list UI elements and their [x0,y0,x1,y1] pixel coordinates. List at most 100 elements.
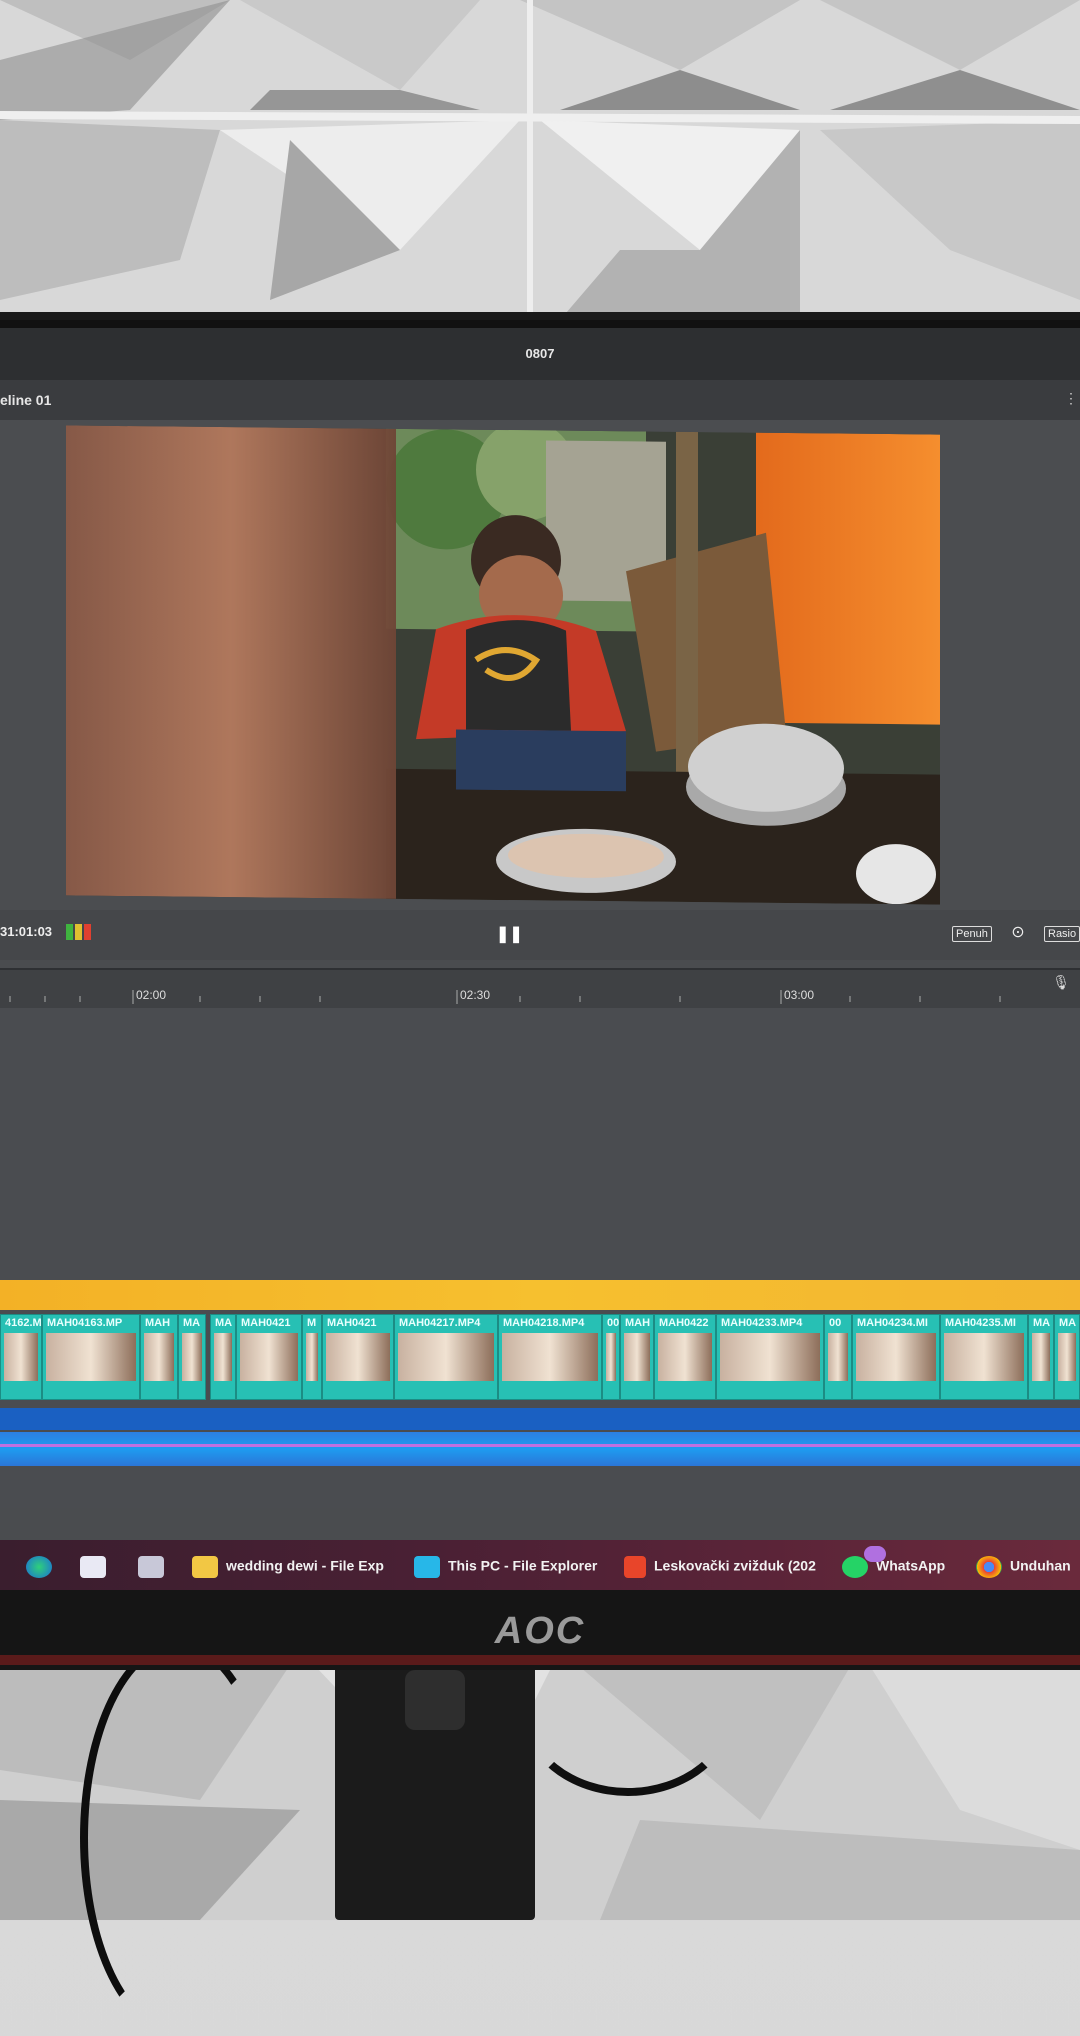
clip-label: 4162.MP [5,1317,42,1329]
video-clip[interactable]: MA [210,1314,236,1400]
video-clip[interactable]: MA [1028,1314,1054,1400]
timeline-header: eline 01 ⋮ [0,380,1080,420]
video-clip[interactable]: M [302,1314,322,1400]
wall-pattern [0,0,1080,330]
screen: 0807 eline 01 ⋮ 31:01:03 ❚❚ Penuh ⊙ Rasi… [0,328,1080,1598]
monitor-edge-trim [0,1655,1080,1665]
title-track-clip[interactable] [0,1280,1080,1310]
video-clip[interactable]: MAH04217.MP4 [394,1314,498,1400]
playback-controls: 31:01:03 ❚❚ Penuh ⊙ Rasio [0,910,1080,960]
full-screen-button[interactable]: Penuh [952,926,992,942]
video-clip[interactable]: MAH04163.MP [42,1314,140,1400]
menu-icon[interactable]: ⋮ [1064,390,1078,407]
clip-label: MAH04234.MI [857,1317,928,1329]
video-clip[interactable]: 4162.MP [0,1314,42,1400]
microphone-icon[interactable]: 🎙 [1052,974,1070,991]
clip-thumbnail [658,1333,712,1381]
clip-label: MAH [145,1317,171,1329]
monitor: 0807 eline 01 ⋮ 31:01:03 ❚❚ Penuh ⊙ Rasi… [0,312,1080,1670]
timecode: 31:01:03 [0,924,53,939]
taskbar-browser[interactable]: Leskovački zvižduk (202 [624,1556,816,1582]
folder-icon [192,1556,218,1578]
clip-thumbnail [182,1333,202,1381]
clip-label: MAH0421 [327,1317,377,1329]
clip-thumbnail [306,1333,318,1381]
clip-thumbnail [4,1333,38,1381]
video-clip[interactable]: MAH0421 [322,1314,394,1400]
chrome-icon [976,1556,1002,1578]
wall-panels [0,0,1080,330]
title-bar: 0807 [0,328,1080,380]
edge-icon[interactable] [26,1556,60,1582]
taskbar-downloads[interactable]: Unduhan [976,1556,1071,1582]
video-clip[interactable]: MAH [140,1314,178,1400]
video-clip[interactable]: MA [178,1314,206,1400]
clip-label: MAH0422 [659,1317,709,1329]
project-title: 0807 [525,346,555,361]
clip-thumbnail [326,1333,390,1381]
taskbar-label: WhatsApp [876,1557,946,1574]
ruler-tick-label: 02:30 [460,988,491,1002]
clip-label: MAH04233.MP4 [721,1317,803,1329]
taskbar-whatsapp[interactable]: WhatsApp [842,1556,945,1582]
audio-track-2[interactable] [0,1432,1080,1466]
clip-thumbnail [240,1333,298,1381]
video-clip[interactable]: MAH0421 [236,1314,302,1400]
clip-label: MA [1059,1317,1077,1329]
clip-thumbnail [606,1333,616,1381]
ruler-tick-label: 02:00 [136,988,167,1002]
app-window-icon[interactable] [138,1556,172,1582]
timeline-tracks: 4162.MP MAH04163.MP MAH MA MA MAH0421 M … [0,1008,1080,1508]
video-clip[interactable]: MAH04235.MI [940,1314,1028,1400]
video-clip[interactable]: MA [1054,1314,1080,1400]
video-track: 4162.MP MAH04163.MP MAH MA MA MAH0421 M … [0,1314,1080,1400]
clip-thumbnail [828,1333,848,1381]
clip-label: MAH04217.MP4 [399,1317,481,1329]
video-clip[interactable]: MAH04234.MI [852,1314,940,1400]
taskbar-label: wedding dewi - File Exp [226,1557,384,1574]
video-clip[interactable]: 00 [602,1314,620,1400]
clip-label: MAH04218.MP4 [503,1317,585,1329]
monitor-icon [414,1556,440,1578]
clip-label: MAH [625,1317,651,1329]
clip-label: MAH04235.MI [945,1317,1016,1329]
pause-icon[interactable]: ❚❚ [496,924,523,944]
cable-left [80,1640,276,2036]
taskbar-label: Unduhan [1010,1557,1071,1574]
clip-label: MAH04163.MP [47,1317,123,1329]
video-frame [66,425,940,905]
monitor-stand [335,1660,535,1920]
audio-track-1[interactable] [0,1408,1080,1430]
clip-thumbnail [46,1333,136,1381]
taskbar-file-explorer-wedding[interactable]: wedding dewi - File Exp [192,1556,384,1582]
taskbar-label: This PC - File Explorer [448,1557,598,1574]
clip-thumbnail [720,1333,820,1381]
stand-cable-hole [405,1670,465,1730]
audio-volume-line[interactable] [0,1444,1080,1447]
video-clip[interactable]: MAH [620,1314,654,1400]
clip-thumbnail [214,1333,232,1381]
video-clip[interactable]: 00 [824,1314,852,1400]
clip-thumbnail [398,1333,494,1381]
video-clip[interactable]: MAH04233.MP4 [716,1314,824,1400]
clip-label: MA [1033,1317,1051,1329]
clip-thumbnail [1058,1333,1076,1381]
timeline-name: eline 01 [0,392,52,408]
clip-label: M [307,1317,317,1329]
audio-meter-icon [66,924,91,940]
store-icon[interactable] [80,1556,114,1582]
ratio-button[interactable]: Rasio [1044,926,1080,942]
clip-label: 00 [607,1317,620,1329]
video-clip[interactable]: MAH0422 [654,1314,716,1400]
clip-thumbnail [144,1333,174,1381]
clip-thumbnail [1032,1333,1050,1381]
video-clip[interactable]: MAH04218.MP4 [498,1314,602,1400]
taskbar-file-explorer-this-pc[interactable]: This PC - File Explorer [414,1556,597,1582]
ruler-tick-label: 03:00 [784,988,815,1002]
clip-label: MAH0421 [241,1317,291,1329]
notification-badge [864,1546,886,1562]
clip-thumbnail [624,1333,650,1381]
timeline-ruler[interactable]: 02:00 02:30 03:00 🎙 [0,968,1080,1010]
zoom-fit-icon[interactable]: ⊙ [1008,922,1028,942]
clip-label: MA [183,1317,201,1329]
